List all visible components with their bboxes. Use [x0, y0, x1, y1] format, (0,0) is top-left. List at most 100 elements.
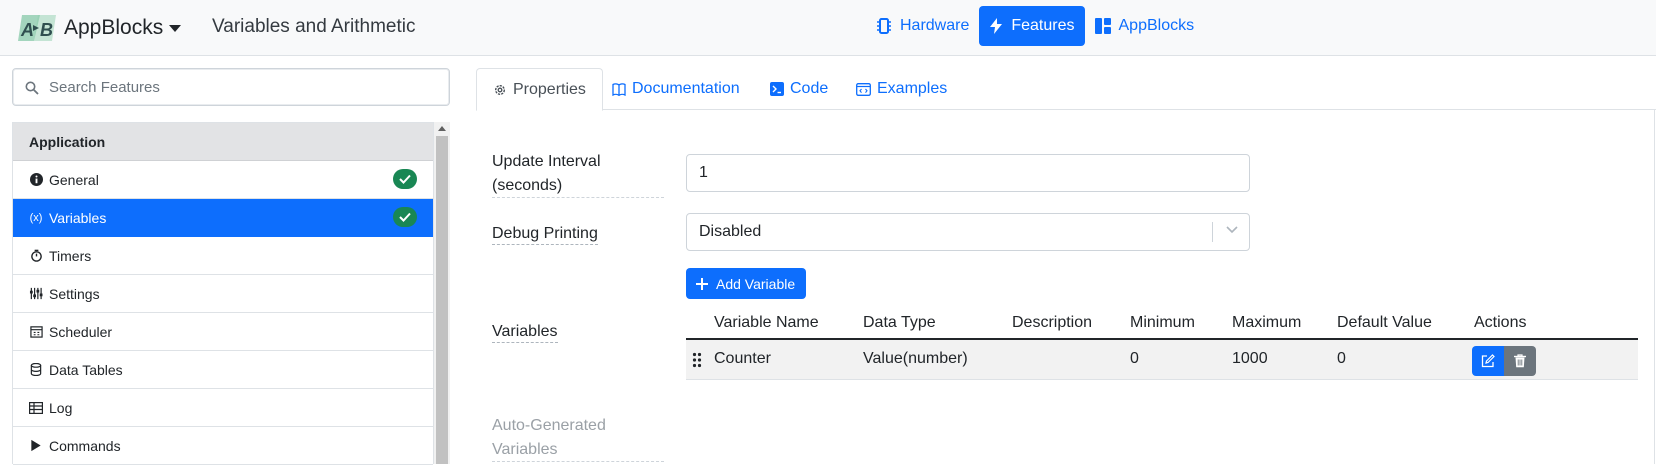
- sidebar-item-timers[interactable]: Timers: [13, 237, 433, 275]
- search-box: [12, 68, 450, 106]
- tab-properties[interactable]: Properties: [476, 68, 603, 111]
- feature-tabs: Properties Documentation Code Examples: [476, 68, 1656, 111]
- top-nav: Hardware Features AppBlocks: [866, 6, 1204, 46]
- log-table-icon: [29, 401, 43, 415]
- sidebar-scrollbar[interactable]: [434, 122, 450, 464]
- chevron-down-icon: [1226, 226, 1238, 234]
- sidebar-item-scheduler[interactable]: Scheduler: [13, 313, 433, 351]
- cell-data-type: Value(number): [863, 350, 968, 367]
- feature-list: Application General (x) Variables Timers…: [12, 122, 434, 465]
- trash-icon: [1514, 354, 1526, 368]
- variables-table: Variable Name Data Type Description Mini…: [686, 308, 1638, 380]
- top-navbar: A B AppBlocks Variables and Arithmetic H…: [0, 0, 1656, 56]
- variable-icon: (x): [29, 211, 43, 224]
- appblocks-logo-icon: A B: [18, 13, 58, 43]
- brand-name: AppBlocks: [64, 16, 164, 39]
- nav-features-label: Features: [1011, 17, 1075, 34]
- calendar-icon: [29, 325, 43, 339]
- svg-text:B: B: [40, 20, 53, 40]
- nav-hardware[interactable]: Hardware: [866, 6, 979, 46]
- sidebar-group-application: Application: [13, 123, 433, 161]
- debug-printing-value: Disabled: [699, 223, 762, 240]
- col-description: Description: [1012, 314, 1093, 331]
- sidebar-item-label: Scheduler: [49, 323, 113, 340]
- nav-features[interactable]: Features: [979, 6, 1085, 46]
- scroll-thumb[interactable]: [436, 136, 448, 464]
- auto-generated-label-line1: Auto-Generated: [492, 417, 606, 434]
- plus-icon: [696, 277, 708, 290]
- info-circle-icon: [29, 173, 43, 187]
- auto-generated-variables-label: Auto-Generated Variables: [492, 414, 664, 462]
- col-maximum: Maximum: [1232, 314, 1302, 331]
- nav-appblocks-label: AppBlocks: [1118, 17, 1195, 34]
- nav-hardware-label: Hardware: [900, 17, 970, 34]
- update-interval-input[interactable]: 1: [686, 154, 1250, 192]
- table-header: Variable Name Data Type Description Mini…: [686, 308, 1638, 340]
- sliders-icon: [29, 287, 43, 301]
- page-title: Variables and Arithmetic: [212, 16, 416, 37]
- tab-properties-label: Properties: [513, 80, 586, 98]
- sidebar-item-label: General: [49, 171, 99, 188]
- debug-printing-label: Debug Printing: [492, 222, 598, 246]
- search-input[interactable]: [49, 69, 439, 105]
- cell-maximum: 1000: [1232, 350, 1268, 367]
- book-icon: [612, 82, 626, 96]
- code-window-icon: [856, 82, 871, 96]
- sidebar-item-variables[interactable]: (x) Variables: [13, 199, 433, 237]
- sidebar-item-label: Log: [49, 399, 73, 416]
- update-interval-label: Update Interval (seconds): [492, 150, 664, 198]
- search-icon: [25, 81, 39, 95]
- check-badge-icon: [393, 207, 417, 227]
- scroll-up-arrow-icon[interactable]: [438, 126, 446, 131]
- tab-examples[interactable]: Examples: [840, 68, 963, 110]
- sidebar-item-label: Settings: [49, 285, 100, 302]
- sidebar-item-commands[interactable]: Commands: [13, 427, 433, 465]
- chip-icon: [877, 18, 891, 34]
- add-variable-button[interactable]: Add Variable: [686, 268, 806, 299]
- sidebar-item-label: Variables: [49, 209, 107, 226]
- update-interval-label-line2: (seconds): [492, 177, 563, 194]
- variables-label-text: Variables: [492, 323, 558, 343]
- drag-handle-icon[interactable]: [692, 352, 702, 368]
- sidebar-item-general[interactable]: General: [13, 161, 433, 199]
- edit-icon: [1481, 354, 1495, 368]
- select-separator: [1212, 222, 1213, 242]
- sidebar-item-label: Data Tables: [49, 361, 123, 378]
- sidebar-item-log[interactable]: Log: [13, 389, 433, 427]
- tab-code-label: Code: [790, 80, 829, 97]
- nav-appblocks[interactable]: AppBlocks: [1085, 6, 1205, 46]
- terminal-icon: [770, 82, 784, 96]
- edit-button[interactable]: [1472, 346, 1504, 376]
- gear-icon: [494, 84, 506, 95]
- tab-examples-label: Examples: [877, 80, 948, 97]
- update-interval-label-line1: Update Interval: [492, 153, 601, 170]
- debug-printing-label-text: Debug Printing: [492, 225, 598, 245]
- delete-button[interactable]: [1504, 346, 1536, 376]
- svg-text:A: A: [20, 20, 34, 40]
- play-icon: [29, 439, 43, 453]
- tab-code[interactable]: Code: [754, 68, 844, 110]
- sidebar-item-label: Commands: [49, 437, 121, 454]
- cell-minimum: 0: [1130, 350, 1139, 367]
- tab-documentation-label: Documentation: [632, 80, 740, 97]
- table-row: Counter Value(number) 0 1000 0: [686, 340, 1638, 380]
- auto-generated-label-line2: Variables: [492, 441, 558, 458]
- database-icon: [29, 363, 43, 377]
- brand-dropdown[interactable]: A B AppBlocks: [18, 12, 182, 44]
- caret-down-icon: [169, 24, 182, 32]
- lightning-icon: [990, 18, 1003, 34]
- cell-variable-name: Counter: [714, 350, 771, 367]
- col-default-value: Default Value: [1337, 314, 1432, 331]
- stopwatch-icon: [29, 249, 43, 263]
- col-minimum: Minimum: [1130, 314, 1195, 331]
- sidebar-item-settings[interactable]: Settings: [13, 275, 433, 313]
- col-actions: Actions: [1474, 314, 1527, 331]
- add-variable-label: Add Variable: [716, 275, 796, 292]
- variables-label: Variables: [492, 320, 558, 344]
- check-badge-icon: [393, 169, 417, 189]
- sidebar-item-data-tables[interactable]: Data Tables: [13, 351, 433, 389]
- col-data-type: Data Type: [863, 314, 936, 331]
- sidebar-item-label: Timers: [49, 247, 92, 264]
- tab-documentation[interactable]: Documentation: [596, 68, 756, 110]
- debug-printing-select[interactable]: Disabled: [686, 213, 1250, 251]
